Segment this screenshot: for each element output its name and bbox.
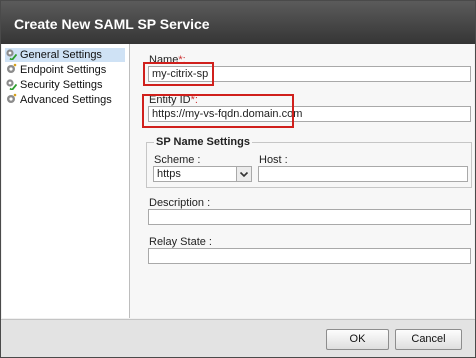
cancel-button[interactable]: Cancel — [395, 329, 462, 350]
description-label: Description : — [149, 197, 211, 209]
dialog-title: Create New SAML SP Service — [14, 16, 210, 32]
relay-state-label: Relay State : — [149, 236, 212, 248]
description-field[interactable] — [148, 209, 471, 225]
sp-name-settings-legend: SP Name Settings — [154, 136, 252, 148]
general-settings-panel: Name*: my-citrix-sp Entity ID*: https://… — [130, 44, 474, 318]
name-field-highlight — [143, 62, 214, 86]
sidebar-item-label: Security Settings — [20, 79, 103, 91]
sidebar-item-label: Advanced Settings — [20, 94, 112, 106]
sidebar-item-security-settings[interactable]: Security Settings — [5, 78, 103, 92]
scheme-label: Scheme : — [154, 154, 201, 166]
gear-icon — [7, 63, 17, 73]
dialog-titlebar: Create New SAML SP Service — [1, 1, 475, 44]
sidebar-item-general-settings[interactable]: General Settings — [5, 48, 125, 62]
sidebar-item-advanced-settings[interactable]: Advanced Settings — [5, 93, 112, 107]
scheme-value: https — [157, 168, 181, 180]
relay-state-field[interactable] — [148, 248, 471, 264]
sidebar-item-endpoint-settings[interactable]: Endpoint Settings — [5, 63, 106, 77]
sidebar-item-label: Endpoint Settings — [20, 64, 107, 76]
settings-sidebar: General Settings Endpoint Settings Secur… — [2, 44, 130, 318]
ok-button[interactable]: OK — [326, 329, 389, 350]
host-label: Host : — [259, 154, 288, 166]
gear-check-icon — [6, 49, 17, 60]
saml-sp-dialog: Create New SAML SP Service General Setti… — [0, 0, 476, 358]
scheme-select[interactable]: https — [153, 166, 252, 182]
entity-id-highlight — [142, 94, 294, 128]
gear-icon — [7, 93, 17, 103]
dialog-footer: OK Cancel — [1, 319, 475, 357]
host-field[interactable] — [258, 166, 468, 182]
chevron-down-icon[interactable] — [236, 167, 251, 181]
gear-check-icon — [6, 79, 17, 90]
sidebar-item-label: General Settings — [20, 49, 102, 61]
